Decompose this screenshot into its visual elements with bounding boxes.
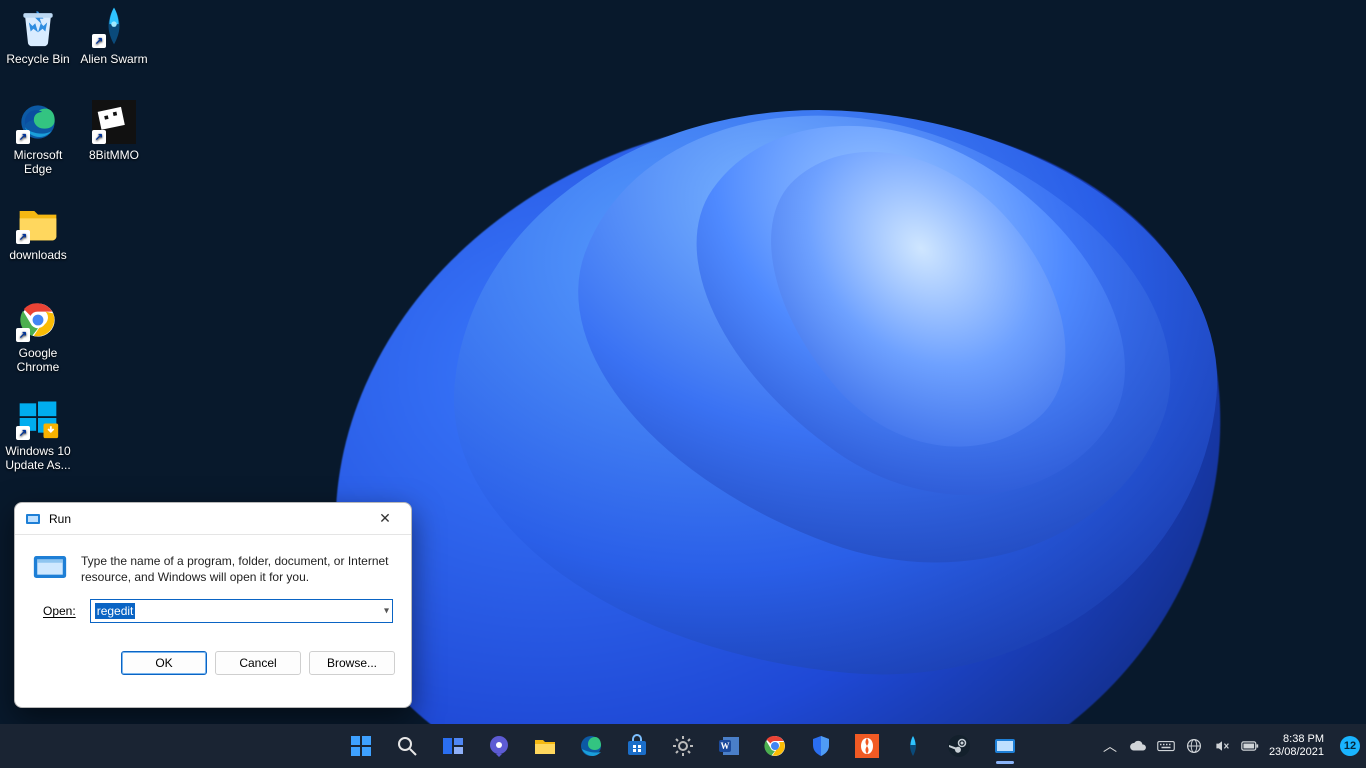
run-title: Run xyxy=(49,512,365,526)
origin-button[interactable] xyxy=(847,726,887,766)
desktop-icon-label: Windows 10 Update As... xyxy=(0,444,76,472)
battery-tray-icon[interactable] xyxy=(1241,737,1259,755)
store-icon xyxy=(625,734,649,758)
desktop-icon-label: downloads xyxy=(0,248,76,262)
run-taskbar-button[interactable] xyxy=(985,726,1025,766)
tray-overflow-button[interactable]: ︿ xyxy=(1101,737,1119,755)
alien-swarm-icon xyxy=(901,734,925,758)
speaker-muted-icon xyxy=(1214,738,1230,754)
keyboard-tray-icon[interactable] xyxy=(1157,737,1175,755)
alien-swarm-button[interactable] xyxy=(893,726,933,766)
clock-time: 8:38 PM xyxy=(1269,733,1324,746)
network-tray-icon[interactable] xyxy=(1185,737,1203,755)
task-view-button[interactable] xyxy=(433,726,473,766)
start-button[interactable] xyxy=(341,726,381,766)
open-label: Open: xyxy=(43,604,76,618)
battery-icon xyxy=(1241,740,1259,752)
close-button[interactable]: ✕ xyxy=(365,505,405,533)
cancel-button[interactable]: Cancel xyxy=(215,651,301,675)
chat-icon xyxy=(487,734,511,758)
taskbar: W ︿ xyxy=(0,724,1366,768)
run-titlebar[interactable]: Run ✕ xyxy=(15,503,411,535)
search-icon xyxy=(395,734,419,758)
clock-date: 23/08/2021 xyxy=(1269,746,1324,759)
desktop-icon-label: Recycle Bin xyxy=(0,52,76,66)
svg-text:W: W xyxy=(721,741,730,751)
chevron-down-icon[interactable]: ▾ xyxy=(384,606,389,617)
chrome-button[interactable] xyxy=(755,726,795,766)
notification-badge[interactable]: 12 xyxy=(1340,736,1360,756)
close-icon: ✕ xyxy=(379,510,391,527)
file-explorer-button[interactable] xyxy=(525,726,565,766)
shortcut-overlay-icon: ↗ xyxy=(92,130,106,144)
windows-update-icon: ↗ xyxy=(16,396,60,440)
browse-button[interactable]: Browse... xyxy=(309,651,395,675)
desktop-icon-google-chrome[interactable]: ↗ Google Chrome xyxy=(0,298,76,374)
8bitmmo-icon: ↗ xyxy=(92,100,136,144)
desktop-icon-alien-swarm[interactable]: ↗ Alien Swarm xyxy=(76,4,152,66)
steam-button[interactable] xyxy=(939,726,979,766)
keyboard-icon xyxy=(1157,739,1175,753)
shortcut-overlay-icon: ↗ xyxy=(16,328,30,342)
shortcut-overlay-icon: ↗ xyxy=(16,230,30,244)
taskbar-clock[interactable]: 8:38 PM 23/08/2021 xyxy=(1269,733,1330,759)
folder-icon xyxy=(533,734,557,758)
chat-button[interactable] xyxy=(479,726,519,766)
edge-icon: ↗ xyxy=(16,100,60,144)
alien-swarm-icon: ↗ xyxy=(92,4,136,48)
store-button[interactable] xyxy=(617,726,657,766)
desktop-icon-recycle-bin[interactable]: Recycle Bin xyxy=(0,4,76,66)
run-icon xyxy=(993,734,1017,758)
desktop-icon-label: 8BitMMO xyxy=(76,148,152,162)
word-button[interactable]: W xyxy=(709,726,749,766)
open-input-value[interactable]: regedit xyxy=(95,603,136,619)
edge-icon xyxy=(579,734,603,758)
chrome-icon xyxy=(763,734,787,758)
desktop-icon-8bitmmo[interactable]: ↗ 8BitMMO xyxy=(76,100,152,162)
desktop-icon-label: Google Chrome xyxy=(0,346,76,374)
desktop-icon-label: Alien Swarm xyxy=(76,52,152,66)
task-view-icon xyxy=(441,734,465,758)
run-dialog: Run ✕ Type the name of a program, folder… xyxy=(14,502,412,708)
desktop-icon-microsoft-edge[interactable]: ↗ Microsoft Edge xyxy=(0,100,76,176)
open-combobox[interactable]: regedit ▾ xyxy=(90,599,393,623)
gear-icon xyxy=(671,734,695,758)
volume-tray-icon[interactable] xyxy=(1213,737,1231,755)
ok-button[interactable]: OK xyxy=(121,651,207,675)
origin-icon xyxy=(855,734,879,758)
edge-button[interactable] xyxy=(571,726,611,766)
search-button[interactable] xyxy=(387,726,427,766)
taskbar-right: ︿ 8:38 PM 23/08/2021 12 xyxy=(1101,724,1360,768)
folder-icon: ↗ xyxy=(16,200,60,244)
chevron-up-icon: ︿ xyxy=(1103,736,1117,756)
globe-icon xyxy=(1186,738,1202,754)
desktop-icon-downloads[interactable]: ↗ downloads xyxy=(0,200,76,262)
settings-button[interactable] xyxy=(663,726,703,766)
recycle-bin-icon xyxy=(16,4,60,48)
shortcut-overlay-icon: ↗ xyxy=(16,130,30,144)
desktop-icon-windows-update-assistant[interactable]: ↗ Windows 10 Update As... xyxy=(0,396,76,472)
shortcut-overlay-icon: ↗ xyxy=(16,426,30,440)
chrome-icon: ↗ xyxy=(16,298,60,342)
taskbar-center: W xyxy=(341,726,1025,766)
run-body-icon xyxy=(33,553,67,581)
windows-security-button[interactable] xyxy=(801,726,841,766)
shield-icon xyxy=(809,734,833,758)
desktop-icon-label: Microsoft Edge xyxy=(0,148,76,176)
word-icon: W xyxy=(717,734,741,758)
run-description: Type the name of a program, folder, docu… xyxy=(81,553,393,585)
run-dialog-icon xyxy=(25,511,41,527)
cloud-icon xyxy=(1129,739,1147,753)
windows-logo-icon xyxy=(349,734,373,758)
shortcut-overlay-icon: ↗ xyxy=(92,34,106,48)
onedrive-tray-icon[interactable] xyxy=(1129,737,1147,755)
steam-icon xyxy=(947,734,971,758)
